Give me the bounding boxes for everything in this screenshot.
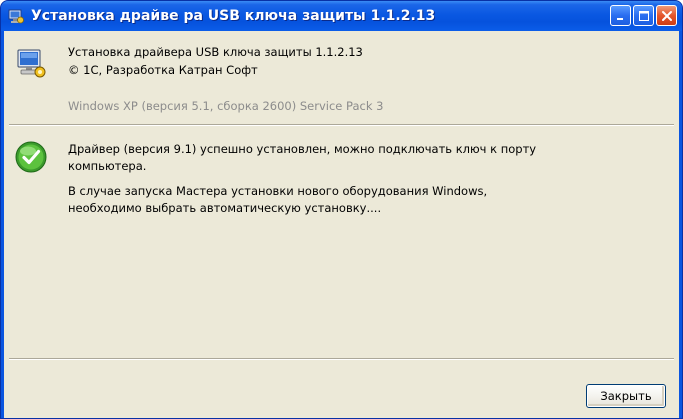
os-version-text: Windows XP (версия 5.1, сборка 2600) Ser… xyxy=(68,99,384,113)
maximize-button[interactable] xyxy=(633,5,654,26)
divider-top xyxy=(9,124,674,126)
title-bar-buttons xyxy=(610,5,677,26)
message-line-2: компьютера. xyxy=(68,159,147,173)
computer-icon xyxy=(15,47,47,79)
message-line-4: необходимо выбрать автоматическую устано… xyxy=(68,201,382,215)
divider-bottom xyxy=(9,358,674,360)
close-window-button[interactable] xyxy=(656,5,677,26)
message-line-3: В случае запуска Мастера установки новог… xyxy=(68,184,488,198)
title-bar[interactable]: Установка драйве ра USB ключа защиты 1.1… xyxy=(1,1,682,31)
maximize-icon xyxy=(638,10,649,21)
close-button[interactable]: Закрыть xyxy=(586,384,666,408)
minimize-icon xyxy=(616,17,623,20)
installer-window: Установка драйве ра USB ключа защиты 1.1… xyxy=(0,0,683,419)
message-line-1: Драйвер (версия 9.1) успешно установлен,… xyxy=(68,142,537,156)
close-icon xyxy=(661,10,672,21)
minimize-button[interactable] xyxy=(610,5,631,26)
product-title: Установка драйвера USB ключа защиты 1.1.… xyxy=(68,45,363,59)
window-title: Установка драйве ра USB ключа защиты 1.1… xyxy=(31,8,436,24)
copyright-text: © 1С, Разработка Катран Софт xyxy=(68,63,258,77)
setup-icon xyxy=(7,7,25,25)
dialog-body: Установка драйвера USB ключа защиты 1.1.… xyxy=(4,31,679,418)
success-check-icon xyxy=(15,141,47,173)
